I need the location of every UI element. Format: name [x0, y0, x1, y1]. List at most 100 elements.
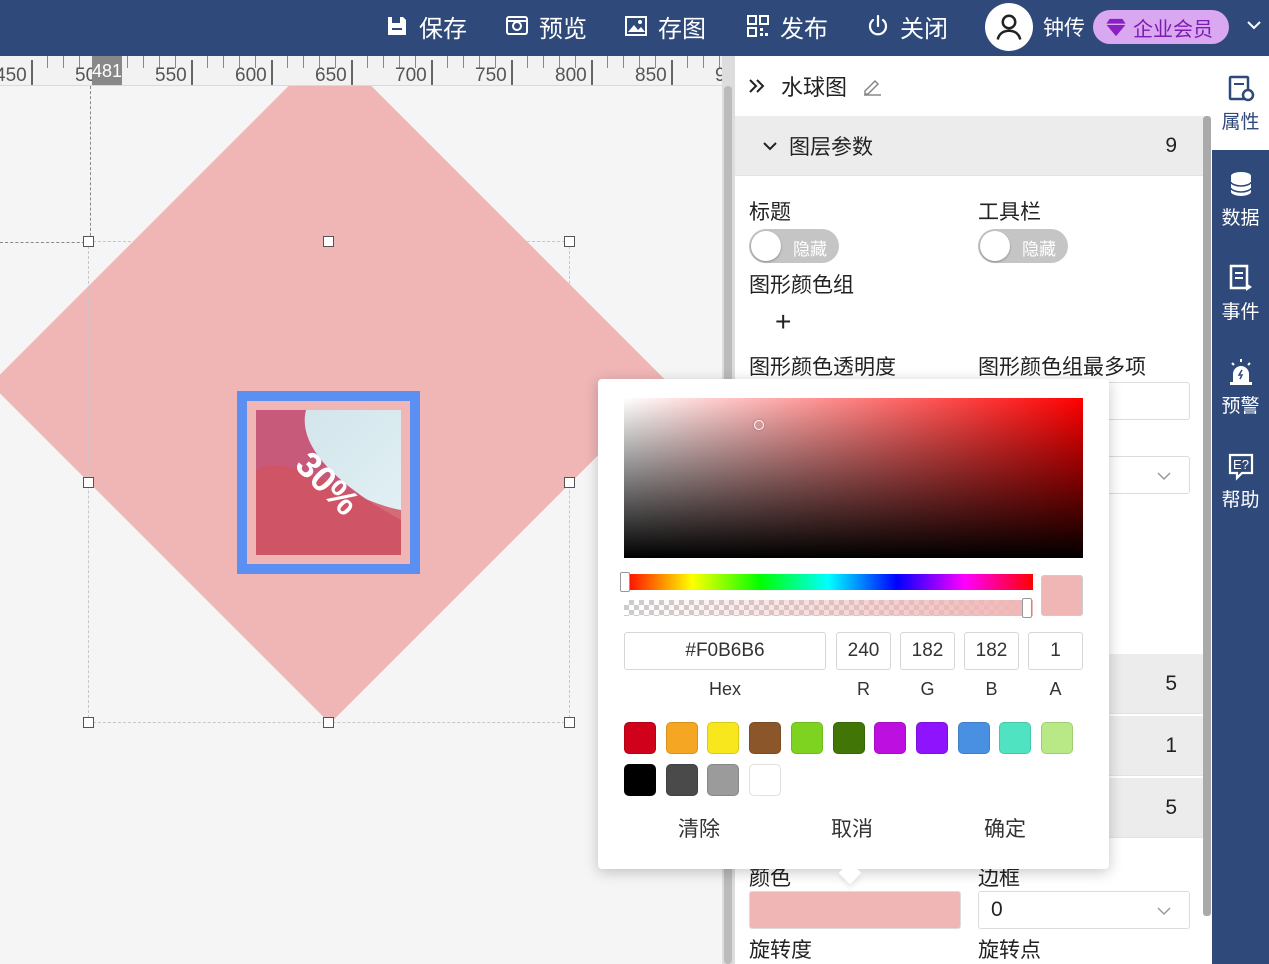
ruler-minor-tick [447, 56, 448, 68]
hue-knob[interactable] [620, 572, 630, 592]
color-swatch[interactable] [665, 722, 698, 754]
saturation-cursor[interactable] [754, 420, 764, 430]
close-button[interactable]: 关闭 [866, 0, 948, 52]
title-toggle[interactable]: 隐藏 [749, 229, 839, 263]
chevron-down-icon [1157, 472, 1171, 481]
avatar[interactable] [985, 3, 1033, 51]
alarm-icon [1229, 358, 1252, 385]
chevron-down-icon[interactable] [1245, 16, 1263, 34]
save-button[interactable]: 保存 [385, 0, 467, 52]
membership-badge[interactable]: 企业会员 [1093, 10, 1229, 44]
resize-handle-bottom-right[interactable] [564, 717, 575, 728]
color-swatch[interactable] [624, 722, 656, 754]
properties-icon [1228, 75, 1254, 101]
color-swatch[interactable] [749, 722, 782, 754]
color-swatch[interactable] [707, 764, 740, 796]
resize-handle-top-right[interactable] [564, 236, 575, 247]
resize-handle-right[interactable] [564, 477, 575, 488]
resize-handle-left[interactable] [83, 477, 94, 488]
resize-handle-bottom-left[interactable] [83, 717, 94, 728]
liquid-chart[interactable]: 30% [237, 391, 420, 574]
edit-icon[interactable] [861, 75, 883, 97]
hex-input[interactable]: #F0B6B6 [624, 632, 826, 670]
power-icon [868, 14, 888, 36]
resize-handle-top-left[interactable] [83, 236, 94, 247]
color-swatch[interactable] [707, 722, 740, 754]
tab-alerts[interactable]: 预警 [1212, 340, 1269, 434]
ruler-label: 850 [635, 65, 667, 86]
color-swatch[interactable] [749, 764, 782, 796]
color-swatch[interactable] [874, 722, 907, 754]
image-icon [625, 16, 647, 36]
color-swatch[interactable] [624, 764, 656, 796]
color-input[interactable] [749, 891, 961, 929]
color-swatch[interactable] [832, 722, 865, 754]
resize-handle-top[interactable] [323, 236, 334, 247]
alpha-input[interactable]: 1 [1028, 632, 1083, 670]
blue-input[interactable]: 182 [964, 632, 1019, 670]
top-toolbar: 保存 预览 存图 发布 关闭 钟传 企业会员 [0, 0, 1269, 56]
red-input[interactable]: 240 [836, 632, 891, 670]
green-input[interactable]: 182 [900, 632, 955, 670]
hue-slider[interactable] [620, 572, 1033, 592]
resize-handle-bottom[interactable] [323, 717, 334, 728]
color-swatch[interactable] [790, 722, 823, 754]
horizontal-ruler: 4505005506006507007508008509 481 [0, 56, 722, 86]
color-swatch[interactable] [915, 722, 948, 754]
ruler-label: 800 [555, 65, 587, 86]
tab-data-label: 数据 [1221, 207, 1260, 229]
save-icon [388, 17, 406, 35]
tab-alerts-label: 预警 [1221, 395, 1260, 417]
confirm-button[interactable]: 确定 [984, 813, 1026, 843]
toolbar-toggle[interactable]: 隐藏 [978, 229, 1068, 263]
tab-data[interactable]: 数据 [1212, 152, 1269, 246]
alpha-label: A [1049, 679, 1062, 699]
color-preview [1041, 575, 1083, 616]
tab-help[interactable]: E? 帮助 [1212, 434, 1269, 528]
tab-events[interactable]: 事件 [1212, 246, 1269, 340]
cancel-button[interactable]: 取消 [831, 813, 873, 843]
publish-button[interactable]: 发布 [746, 0, 828, 52]
layer-params-section[interactable]: 图层参数 9 [735, 116, 1203, 176]
ruler-minor-tick [543, 56, 544, 68]
ruler-minor-tick [223, 56, 224, 68]
section-count: 9 [1165, 133, 1177, 157]
ruler-minor-tick [127, 56, 128, 68]
color-picker-popover: #F0B6B6 240 182 182 1 Hex R G B A 清除 取消 … [598, 379, 1109, 885]
alignment-guide-horizontal [0, 242, 90, 243]
user-menu[interactable]: 钟传 企业会员 [985, 3, 1229, 51]
ruler-label: 650 [315, 65, 347, 86]
username: 钟传 [1043, 17, 1085, 40]
title-toggle-label: 隐藏 [793, 240, 827, 259]
ruler-minor-tick [527, 56, 528, 68]
clear-button[interactable]: 清除 [678, 813, 720, 843]
alpha-slider[interactable] [624, 598, 1033, 618]
save-image-label: 存图 [658, 15, 706, 43]
color-swatch[interactable] [957, 722, 990, 754]
add-color-button[interactable]: + [775, 306, 791, 338]
ruler-minor-tick [367, 56, 368, 68]
save-image-button[interactable]: 存图 [624, 0, 706, 52]
color-swatch[interactable] [999, 722, 1032, 754]
tab-events-label: 事件 [1221, 301, 1260, 323]
ruler-label: 9 [715, 65, 722, 85]
section-title: 图层参数 [789, 135, 873, 159]
color-swatch[interactable] [1041, 722, 1073, 754]
border-value: 0 [991, 898, 1003, 921]
border-select[interactable]: 0 [978, 891, 1190, 929]
tab-properties[interactable]: 属性 [1212, 56, 1269, 150]
saturation-area[interactable] [624, 398, 1083, 558]
event-icon [1229, 264, 1252, 291]
ruler-label: 550 [155, 65, 187, 86]
ruler-minor-tick [207, 56, 208, 68]
alpha-knob[interactable] [1022, 598, 1032, 618]
ruler-minor-tick [143, 56, 144, 68]
blue-label: B [985, 679, 998, 699]
collapse-icon[interactable] [747, 76, 767, 96]
section-count: 5 [1165, 795, 1177, 819]
ruler-minor-tick [687, 56, 688, 68]
color-swatch[interactable] [665, 764, 698, 796]
panel-scrollbar[interactable] [1203, 116, 1211, 916]
section-count: 1 [1165, 733, 1177, 757]
preview-button[interactable]: 预览 [505, 0, 587, 52]
